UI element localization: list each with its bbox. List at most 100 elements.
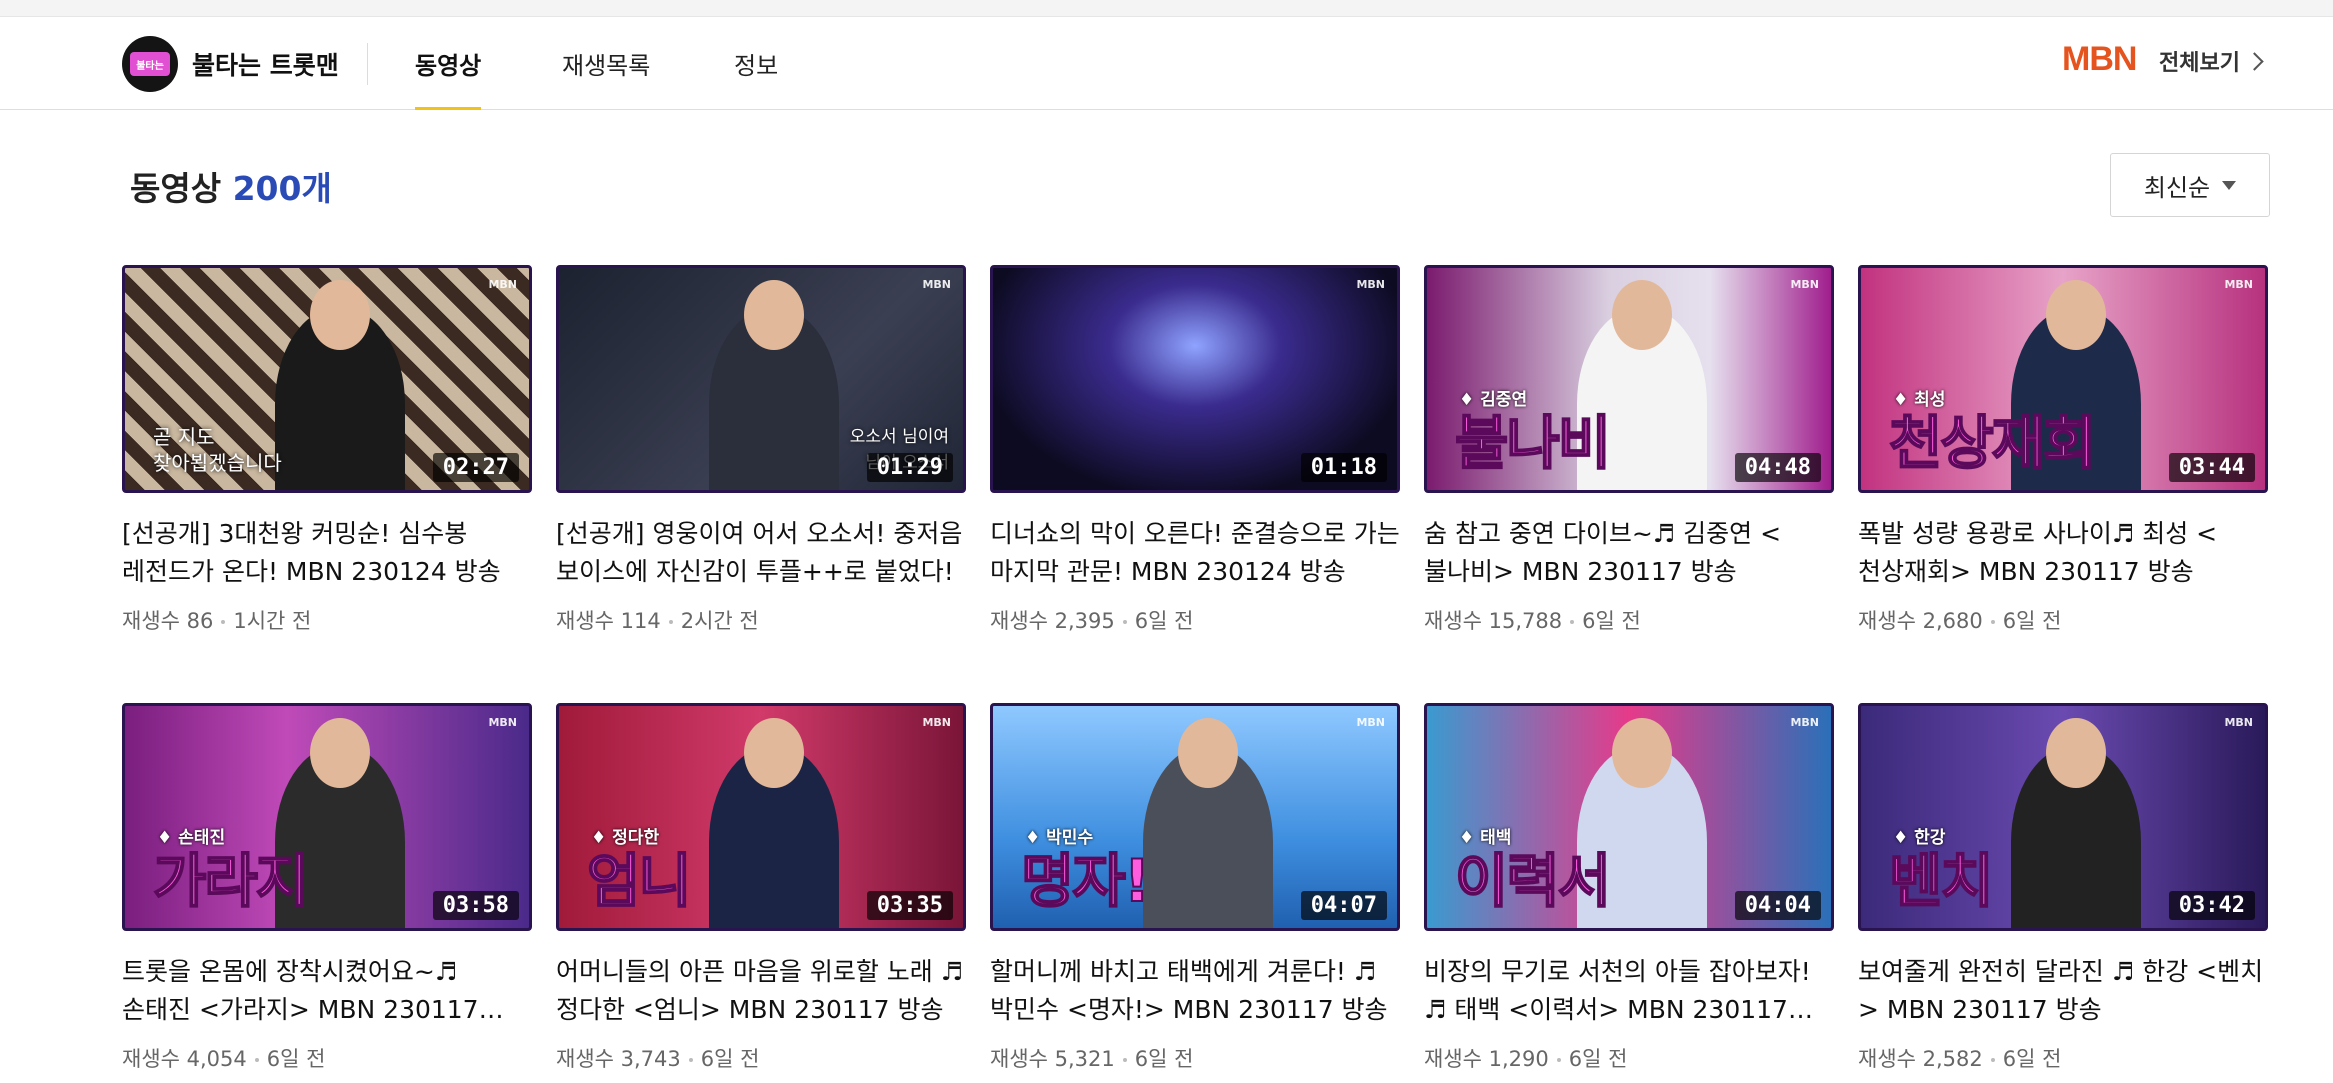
- meta-separator: [668, 620, 673, 624]
- top-strip: [0, 0, 2333, 17]
- video-title[interactable]: 숨 참고 중연 다이브~♬ 김중연 <불나비> MBN 230117 방송: [1424, 515, 1834, 591]
- thumbnail-song-title: 엄니: [586, 846, 693, 916]
- header-divider: [367, 43, 368, 85]
- performer-head: [744, 718, 804, 788]
- meta-separator: [1990, 1058, 1995, 1062]
- duration-badge: 01:18: [1300, 453, 1387, 482]
- thumbnail-mbn-badge: MBN: [2224, 278, 2253, 291]
- upload-time: 6일 전: [266, 1047, 326, 1071]
- channel-logo: 불타는: [122, 36, 178, 92]
- video-title[interactable]: [선공개] 3대천왕 커밍순! 심수봉 레전드가 온다! MBN 230124 …: [122, 515, 532, 591]
- video-count-heading: 동영상 200개: [130, 162, 332, 210]
- video-card[interactable]: MBN 곧 지도 찾아뵙겠습니다 02:27 [선공개] 3대천왕 커밍순! 심수봉 …: [122, 265, 532, 635]
- meta-separator: [688, 1058, 693, 1062]
- upload-time: 6일 전: [2002, 1047, 2062, 1071]
- performer-figure: [275, 280, 405, 490]
- thumbnail-song-title: 가라지: [152, 846, 310, 916]
- thumbnail-song-title: 이력서: [1454, 846, 1612, 916]
- video-meta: 재생수 1,290 6일 전: [1424, 1043, 1834, 1073]
- thumbnail-mbn-badge: MBN: [2224, 716, 2253, 729]
- video-thumbnail[interactable]: MBN ♦ 한강 벤치 03:42: [1858, 703, 2268, 931]
- view-count: 재생수 86: [122, 609, 214, 633]
- video-thumbnail[interactable]: MBN ♦ 정다한 엄니 03:35: [556, 703, 966, 931]
- performer-figure: [709, 280, 839, 490]
- view-count: 재생수 1,290: [1424, 1047, 1549, 1071]
- meta-separator: [221, 620, 226, 624]
- caret-down-icon: [2222, 180, 2237, 190]
- thumbnail-mbn-badge: MBN: [1356, 716, 1385, 729]
- thumbnail-mbn-badge: MBN: [922, 716, 951, 729]
- upload-time: 2시간 전: [680, 609, 759, 633]
- thumbnail-mbn-badge: MBN: [1790, 716, 1819, 729]
- video-card[interactable]: MBN ♦ 한강 벤치 03:42 보여줄게 완전히 달라진 ♬ 한강 <벤치> MBN…: [1858, 703, 2268, 1073]
- video-thumbnail[interactable]: MBN ♦ 최성 천상재회 03:44: [1858, 265, 2268, 493]
- video-meta: 재생수 2,680 6일 전: [1858, 605, 2268, 635]
- duration-badge: 03:58: [432, 891, 519, 920]
- view-count: 재생수 3,743: [556, 1047, 681, 1071]
- tab-playlists[interactable]: 재생목록: [562, 17, 650, 109]
- video-thumbnail[interactable]: MBN 01:18: [990, 265, 1400, 493]
- video-thumbnail[interactable]: MBN ♦ 태백 이력서 04:04: [1424, 703, 1834, 931]
- video-meta: 재생수 2,582 6일 전: [1858, 1043, 2268, 1073]
- upload-time: 6일 전: [1582, 609, 1641, 633]
- mbn-logo[interactable]: MBN: [2062, 40, 2137, 79]
- duration-badge: 03:44: [2168, 453, 2255, 482]
- thumbnail-song-title: 불나비: [1454, 408, 1612, 478]
- thumbnail-mbn-badge: MBN: [488, 716, 517, 729]
- upload-time: 1시간 전: [233, 609, 312, 633]
- video-card[interactable]: MBN ♦ 박민수 명자! 04:07 할머니께 바치고 태백에게 겨룬다! ♬ 박민수…: [990, 703, 1400, 1073]
- video-card[interactable]: MBN오소서 님이여 님이 오소서01:29 [선공개] 영웅이여 어서 오소서!…: [556, 265, 966, 635]
- tab-info[interactable]: 정보: [734, 17, 778, 109]
- video-meta: 재생수 5,321 6일 전: [990, 1043, 1400, 1073]
- video-meta: 재생수 4,054 6일 전: [122, 1043, 532, 1073]
- meta-separator: [1570, 620, 1575, 624]
- channel-logo-text: 불타는: [130, 52, 170, 76]
- performer-figure: [1143, 718, 1273, 928]
- thumbnail-mbn-badge: MBN: [1356, 278, 1385, 291]
- thumbnail-mbn-badge: MBN: [1790, 278, 1819, 291]
- upload-time: 6일 전: [700, 1047, 760, 1071]
- meta-separator: [1990, 620, 1995, 624]
- video-title[interactable]: 폭발 성량 용광로 사나이♬ 최성 <천상재회> MBN 230117 방송: [1858, 515, 2268, 591]
- duration-badge: 04:48: [1734, 453, 1821, 482]
- view-all-link[interactable]: 전체보기: [2159, 45, 2264, 77]
- sort-dropdown[interactable]: 최신순: [2110, 153, 2270, 217]
- performer-head: [1612, 718, 1672, 788]
- video-thumbnail[interactable]: MBN ♦ 손태진 가라지 03:58: [122, 703, 532, 931]
- channel-name: 불타는 트롯맨: [192, 51, 339, 80]
- video-title[interactable]: 보여줄게 완전히 달라진 ♬ 한강 <벤치> MBN 230117 방송: [1858, 953, 2268, 1029]
- chevron-right-icon: [2245, 51, 2264, 71]
- video-title[interactable]: [선공개] 영웅이여 어서 오소서! 중저음 보이스에 자신감이 투플++로 붙…: [556, 515, 966, 591]
- upload-time: 6일 전: [1134, 609, 1194, 633]
- performer-head: [744, 280, 804, 350]
- duration-badge: 04:07: [1300, 891, 1387, 920]
- video-thumbnail[interactable]: MBN 곧 지도 찾아뵙겠습니다 02:27: [122, 265, 532, 493]
- video-card[interactable]: MBN ♦ 정다한 엄니 03:35 어머니들의 아픈 마음을 위로할 노래 ♬ 정다한…: [556, 703, 966, 1073]
- thumbnail-mbn-badge: MBN: [922, 278, 951, 291]
- performer-head: [1178, 718, 1238, 788]
- channel-home-link[interactable]: 불타는 불타는 트롯맨: [122, 36, 339, 92]
- video-title[interactable]: 트롯을 온몸에 장착시켰어요~♬ 손태진 <가라지> MBN 230117 방송: [122, 953, 532, 1029]
- video-thumbnail[interactable]: MBN오소서 님이여 님이 오소서01:29: [556, 265, 966, 493]
- video-count-number: 200개: [232, 169, 332, 208]
- video-title[interactable]: 디너쇼의 막이 오른다! 준결승으로 가는 마지막 관문! MBN 230124…: [990, 515, 1400, 591]
- duration-badge: 04:04: [1734, 891, 1821, 920]
- video-title[interactable]: 비장의 무기로 서천의 아들 잡아보자! ♬ 태백 <이력서> MBN 2301…: [1424, 953, 1834, 1029]
- video-title[interactable]: 할머니께 바치고 태백에게 겨룬다! ♬ 박민수 <명자!> MBN 23011…: [990, 953, 1400, 1029]
- view-count: 재생수 2,395: [990, 609, 1115, 633]
- video-card[interactable]: MBN ♦ 손태진 가라지 03:58 트롯을 온몸에 장착시켰어요~♬ 손태진 <가라…: [122, 703, 532, 1073]
- performer-head: [2046, 718, 2106, 788]
- video-card[interactable]: MBN 01:18 디너쇼의 막이 오른다! 준결승으로 가는 마지막 관문! MB…: [990, 265, 1400, 635]
- performer-head: [1612, 280, 1672, 350]
- video-title[interactable]: 어머니들의 아픈 마음을 위로할 노래 ♬ 정다한 <엄니> MBN 23011…: [556, 953, 966, 1029]
- meta-separator: [1122, 1058, 1127, 1062]
- duration-badge: 02:27: [432, 453, 519, 482]
- channel-header: 불타는 불타는 트롯맨 동영상 재생목록 정보 MBN 전체보기: [0, 17, 2333, 110]
- video-thumbnail[interactable]: MBN ♦ 박민수 명자! 04:07: [990, 703, 1400, 931]
- video-card[interactable]: MBN ♦ 태백 이력서 04:04 비장의 무기로 서천의 아들 잡아보자! ♬ 태백…: [1424, 703, 1834, 1073]
- meta-separator: [254, 1058, 259, 1062]
- video-thumbnail[interactable]: MBN ♦ 김중연 불나비 04:48: [1424, 265, 1834, 493]
- video-card[interactable]: MBN ♦ 최성 천상재회 03:44 폭발 성량 용광로 사나이♬ 최성 <천상재회>…: [1858, 265, 2268, 635]
- video-card[interactable]: MBN ♦ 김중연 불나비 04:48 숨 참고 중연 다이브~♬ 김중연 <불나비> …: [1424, 265, 1834, 635]
- tab-videos[interactable]: 동영상: [415, 17, 482, 110]
